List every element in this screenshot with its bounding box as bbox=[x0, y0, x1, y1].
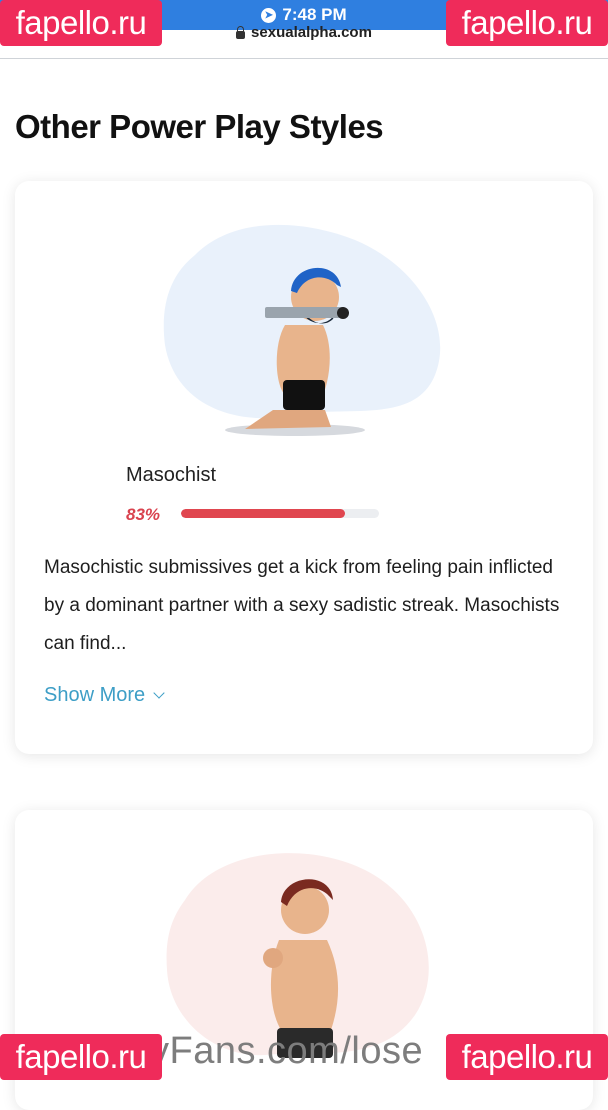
section-title: Other Power Play Styles bbox=[15, 108, 384, 145]
url-text[interactable]: sexualalpha.com bbox=[251, 24, 372, 41]
chevron-down-icon bbox=[153, 686, 165, 699]
status-time: 7:48 PM bbox=[282, 5, 347, 24]
watermark-bottom-right: fapello.ru bbox=[446, 1034, 608, 1080]
watermark-bottom-left: fapello.ru bbox=[0, 1034, 162, 1080]
masochist-illustration bbox=[163, 224, 441, 436]
bottom-overlay-text: yFans.com/lose bbox=[150, 1030, 424, 1072]
show-more-label: Show More bbox=[44, 684, 146, 706]
style-card-masochist: Masochist 83% Masochistic submissives ge… bbox=[15, 181, 593, 754]
lock-icon bbox=[236, 25, 246, 39]
match-progress-bar bbox=[181, 509, 379, 518]
show-more-button[interactable]: Show More bbox=[44, 684, 165, 707]
watermark-top-left: fapello.ru bbox=[0, 0, 162, 46]
card-description: Masochistic submissives get a kick from … bbox=[44, 557, 560, 654]
card-title: Masochist bbox=[126, 464, 217, 486]
location-arrow-icon: ➤ bbox=[261, 7, 277, 23]
match-percentage: 83% bbox=[126, 505, 161, 524]
match-progress-fill bbox=[181, 509, 346, 518]
watermark-top-right: fapello.ru bbox=[446, 0, 608, 46]
